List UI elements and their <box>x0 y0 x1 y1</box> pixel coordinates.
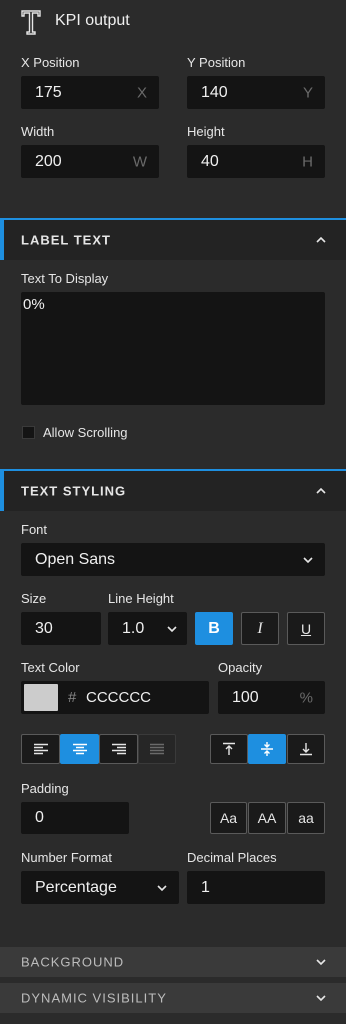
chevron-down-icon <box>316 995 326 1002</box>
x-position-input[interactable]: 175 X <box>21 76 159 109</box>
padding-input[interactable]: 0 <box>21 802 129 834</box>
chevron-down-icon <box>303 556 313 563</box>
valign-bottom-button[interactable] <box>287 734 325 764</box>
section-title: TEXT STYLING <box>21 483 127 499</box>
font-label: Font <box>21 522 48 537</box>
text-color-label: Text Color <box>21 660 80 675</box>
allow-scrolling-label: Allow Scrolling <box>43 425 128 440</box>
line-height-select[interactable]: 1.0 <box>108 612 187 645</box>
chevron-down-icon <box>316 959 326 966</box>
label-text-section-header[interactable]: LABEL TEXT <box>0 218 346 260</box>
chevron-up-icon <box>316 236 326 243</box>
bold-button[interactable]: B <box>195 612 233 645</box>
width-input[interactable]: 200 W <box>21 145 159 178</box>
align-left-icon <box>33 743 48 755</box>
align-center-icon <box>72 743 87 755</box>
text-to-display-textarea[interactable]: 0% <box>21 292 325 405</box>
align-top-icon <box>223 742 235 755</box>
section-title: DYNAMIC VISIBILITY <box>21 990 167 1006</box>
align-left-button[interactable] <box>21 734 60 764</box>
padding-label: Padding <box>21 781 69 796</box>
size-label: Size <box>21 591 47 606</box>
section-title: BACKGROUND <box>21 954 125 970</box>
decimal-places-label: Decimal Places <box>187 850 277 865</box>
allow-scrolling-checkbox[interactable] <box>22 426 35 439</box>
underline-button[interactable]: U <box>287 612 325 645</box>
size-input[interactable]: 30 <box>21 612 101 645</box>
chevron-down-icon <box>157 884 167 891</box>
y-position-label: Y Position <box>187 55 246 70</box>
height-input[interactable]: 40 H <box>187 145 325 178</box>
text-styling-section-header[interactable]: TEXT STYLING <box>0 469 346 511</box>
color-swatch[interactable] <box>24 684 58 711</box>
align-justify-icon <box>150 743 164 755</box>
y-position-input[interactable]: 140 Y <box>187 76 325 109</box>
opacity-label: Opacity <box>218 660 263 675</box>
case-lower-button[interactable]: aa <box>287 802 325 834</box>
opacity-input[interactable]: 100% <box>218 681 325 714</box>
text-to-display-label: Text To Display <box>21 271 109 286</box>
x-position-label: X Position <box>21 55 80 70</box>
panel-header: KPI output <box>0 0 346 44</box>
line-height-label: Line Height <box>108 591 174 606</box>
align-center-button[interactable] <box>60 734 99 764</box>
align-right-button[interactable] <box>99 734 138 764</box>
chevron-up-icon <box>316 487 326 494</box>
section-accent-bar <box>0 220 4 260</box>
height-label: Height <box>187 124 225 139</box>
text-type-icon <box>20 9 42 35</box>
case-upper-button[interactable]: AA <box>248 802 286 834</box>
decimal-places-input[interactable]: 1 <box>187 871 325 904</box>
font-select[interactable]: Open Sans <box>21 543 325 576</box>
section-title: LABEL TEXT <box>21 232 111 248</box>
align-middle-icon <box>261 742 273 756</box>
dynamic-visibility-section-header[interactable]: DYNAMIC VISIBILITY <box>0 983 346 1013</box>
italic-button[interactable]: I <box>241 612 279 645</box>
align-bottom-icon <box>300 743 312 756</box>
align-right-icon <box>111 743 126 755</box>
chevron-down-icon <box>167 625 177 632</box>
case-title-button[interactable]: Aa <box>210 802 247 834</box>
background-section-header[interactable]: BACKGROUND <box>0 947 346 977</box>
width-label: Width <box>21 124 55 139</box>
section-accent-bar <box>0 471 4 511</box>
panel-title: KPI output <box>55 12 130 29</box>
text-color-input[interactable]: # CCCCCC <box>21 681 209 714</box>
number-format-label: Number Format <box>21 850 113 865</box>
align-justify-button[interactable] <box>138 734 176 764</box>
valign-top-button[interactable] <box>210 734 248 764</box>
valign-middle-button[interactable] <box>248 734 286 764</box>
number-format-select[interactable]: Percentage <box>21 871 179 904</box>
